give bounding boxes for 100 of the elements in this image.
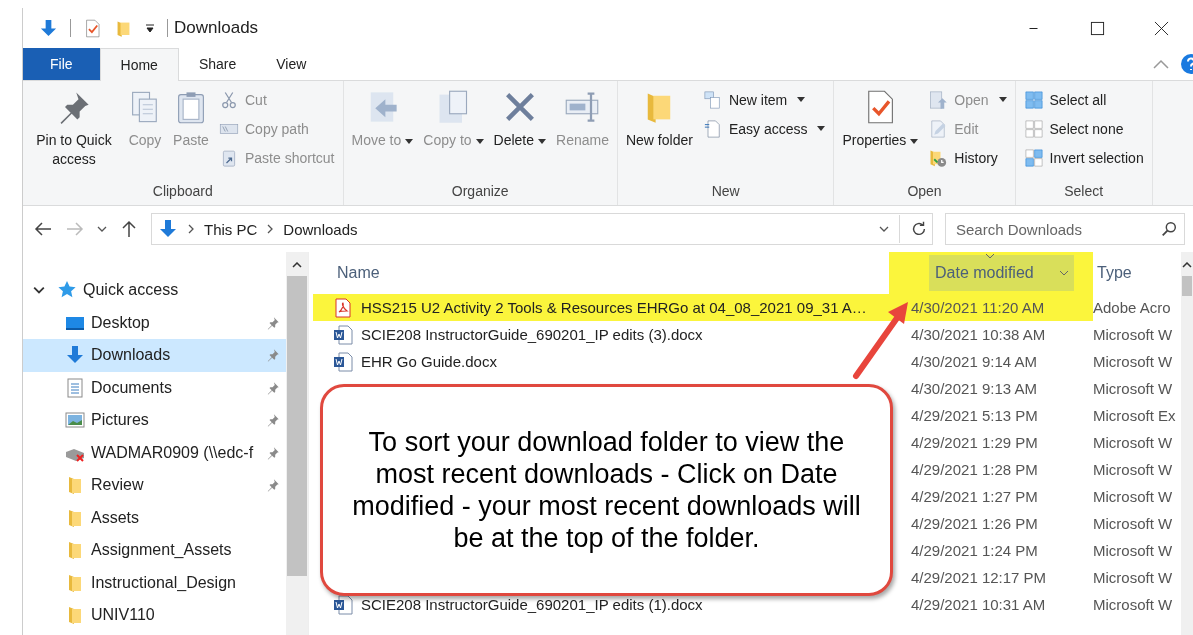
refresh-icon[interactable] [910,220,928,238]
file-name[interactable]: HSS215 U2 Activity 2 Tools & Resources EHRGo at 04_08_2021 09_31 A… [361,299,867,316]
search-input[interactable]: Search Downloads [954,219,1160,239]
select-none-icon [1023,118,1044,139]
type-cell: Microsoft W [1093,596,1173,613]
collapse-ribbon-icon[interactable] [1153,59,1169,69]
column-header[interactable]: Name [313,252,889,294]
picture-icon [65,410,85,431]
sidebar-item[interactable]: WADMAR0909 (\\edc-f [23,436,286,469]
ribbon-tab[interactable]: File [23,48,100,80]
type-cell: Microsoft W [1093,434,1173,451]
chevron-down-icon[interactable] [97,226,107,232]
sidebar-item[interactable]: Instructional_Design [23,566,286,599]
scroll-up-icon[interactable] [292,262,302,268]
date-cell-text: 4/30/2021 10:38 AM [911,326,1047,343]
ribbon-button[interactable]: New item [698,87,830,112]
type-cell: Microsoft W [1093,326,1173,343]
sidebar-item[interactable]: Pictures [23,404,286,437]
ribbon-button[interactable]: History [924,145,1011,170]
date-cell-text: 4/29/2021 1:29 PM [911,434,1039,451]
word-file-icon [333,324,353,345]
close-icon [1153,20,1169,36]
scissors-icon [219,89,239,110]
scrollbar[interactable] [1181,252,1193,635]
file-name[interactable]: SCIE208 InstructorGuide_690201_IP edits (3).docx [361,326,703,343]
ribbon-tab[interactable]: Home [99,48,179,81]
chevron-down-icon[interactable] [879,226,889,232]
ribbon-tab[interactable]: Share [178,48,257,80]
ribbon-button[interactable]: New folder [621,85,697,154]
date-cell-text: 4/29/2021 10:31 AM [911,596,1047,613]
date-cell-text: 4/30/2021 9:14 AM [911,353,1038,370]
sidebar-item[interactable]: Quick access [23,274,286,307]
window-title: Downloads [174,18,259,38]
date-cell-text: 4/30/2021 9:13 AM [911,380,1038,397]
rename-icon [564,89,601,125]
sidebar-item[interactable]: Desktop [23,306,286,339]
type-cell: Microsoft W [1093,380,1173,397]
download-arrow-icon[interactable] [39,18,58,38]
type-cell: Microsoft W [1093,569,1173,586]
select-all-icon [1023,89,1044,110]
type-cell: Microsoft Ex [1093,407,1176,424]
document-icon [702,118,723,139]
word-file-icon [333,351,353,372]
date-cell-text: 4/29/2021 1:24 PM [911,542,1039,559]
group-label: Organize [450,183,510,201]
group-label: Open [906,183,943,201]
scroll-up-icon[interactable] [1182,262,1192,268]
address-bar[interactable]: This PC Downloads [151,213,933,245]
date-cell-text: 4/29/2021 1:28 PM [911,461,1039,478]
date-cell-text: 4/29/2021 5:13 PM [911,407,1039,424]
type-cell: Adobe Acro [1093,299,1171,316]
caret-icon[interactable] [145,23,155,33]
search-icon [1160,220,1178,238]
open-icon [928,89,949,110]
file-name[interactable]: EHR Go Guide.docx [361,353,497,370]
group-label: Clipboard [151,183,214,201]
type-cell: Microsoft W [1093,515,1173,532]
ribbon-button[interactable]: Properties [838,85,923,154]
ribbon-button[interactable]: Easy access [698,116,830,141]
type-cell: Microsoft W [1093,542,1173,559]
column-header[interactable]: Type [1093,252,1132,294]
search-field[interactable]: Search Downloads [945,213,1185,245]
group-label: New [710,183,741,201]
download-arrow-icon [65,345,85,366]
sidebar-item[interactable]: Assets [23,501,286,534]
callout-text: To sort your download folder to view the most recent downloads - Click on Date modified - your most recent downloads will be at the top of the folder. [351,426,862,554]
group-label: Select [1063,183,1105,201]
date-cell-text: 4/29/2021 1:27 PM [911,488,1039,505]
sidebar-item[interactable]: Assignment_Assets [23,534,286,567]
sidebar-item[interactable]: Downloads [23,339,286,372]
date-cell-text: 4/30/2021 11:20 AM [911,299,1046,316]
maximize-icon [1089,20,1105,36]
breadcrumb[interactable]: Downloads [283,220,358,238]
ribbon-button[interactable]: Pin to Quick access [27,85,121,173]
download-arrow-icon [158,219,178,239]
ribbon-button[interactable]: Select all [1019,87,1148,112]
type-cell: Microsoft W [1093,488,1173,505]
ribbon-button[interactable]: Delete [489,85,551,154]
chevron-right-icon [188,224,194,234]
sidebar-item[interactable]: Review [23,469,286,502]
ribbon-button[interactable]: Select none [1019,116,1148,141]
scrollbar-thumb[interactable] [1182,276,1192,296]
type-cell: Microsoft W [1093,461,1173,478]
checkmark-document-icon[interactable] [83,18,102,38]
chevron-right-icon [267,224,274,234]
ribbon-tab[interactable]: View [256,48,327,80]
new-item-icon [702,89,723,110]
column-header[interactable]: Date modified [889,252,1093,294]
scrollbar[interactable] [286,252,308,635]
pdf-file-icon [333,297,353,318]
document-icon [65,377,85,398]
sidebar-item[interactable]: Documents [23,371,286,404]
ribbon-button[interactable]: Invert selection [1019,145,1148,170]
type-cell: Microsoft W [1093,353,1173,370]
sidebar-item[interactable]: UNIV110 [23,599,286,632]
date-cell-text: 4/29/2021 12:17 PM [911,569,1048,586]
breadcrumb[interactable]: This PC [204,220,258,238]
invert-selection-icon [1023,147,1044,168]
file-name[interactable]: SCIE208 InstructorGuide_690201_IP edits (1).docx [361,596,703,613]
date-cell-text: 4/29/2021 1:26 PM [911,515,1039,532]
